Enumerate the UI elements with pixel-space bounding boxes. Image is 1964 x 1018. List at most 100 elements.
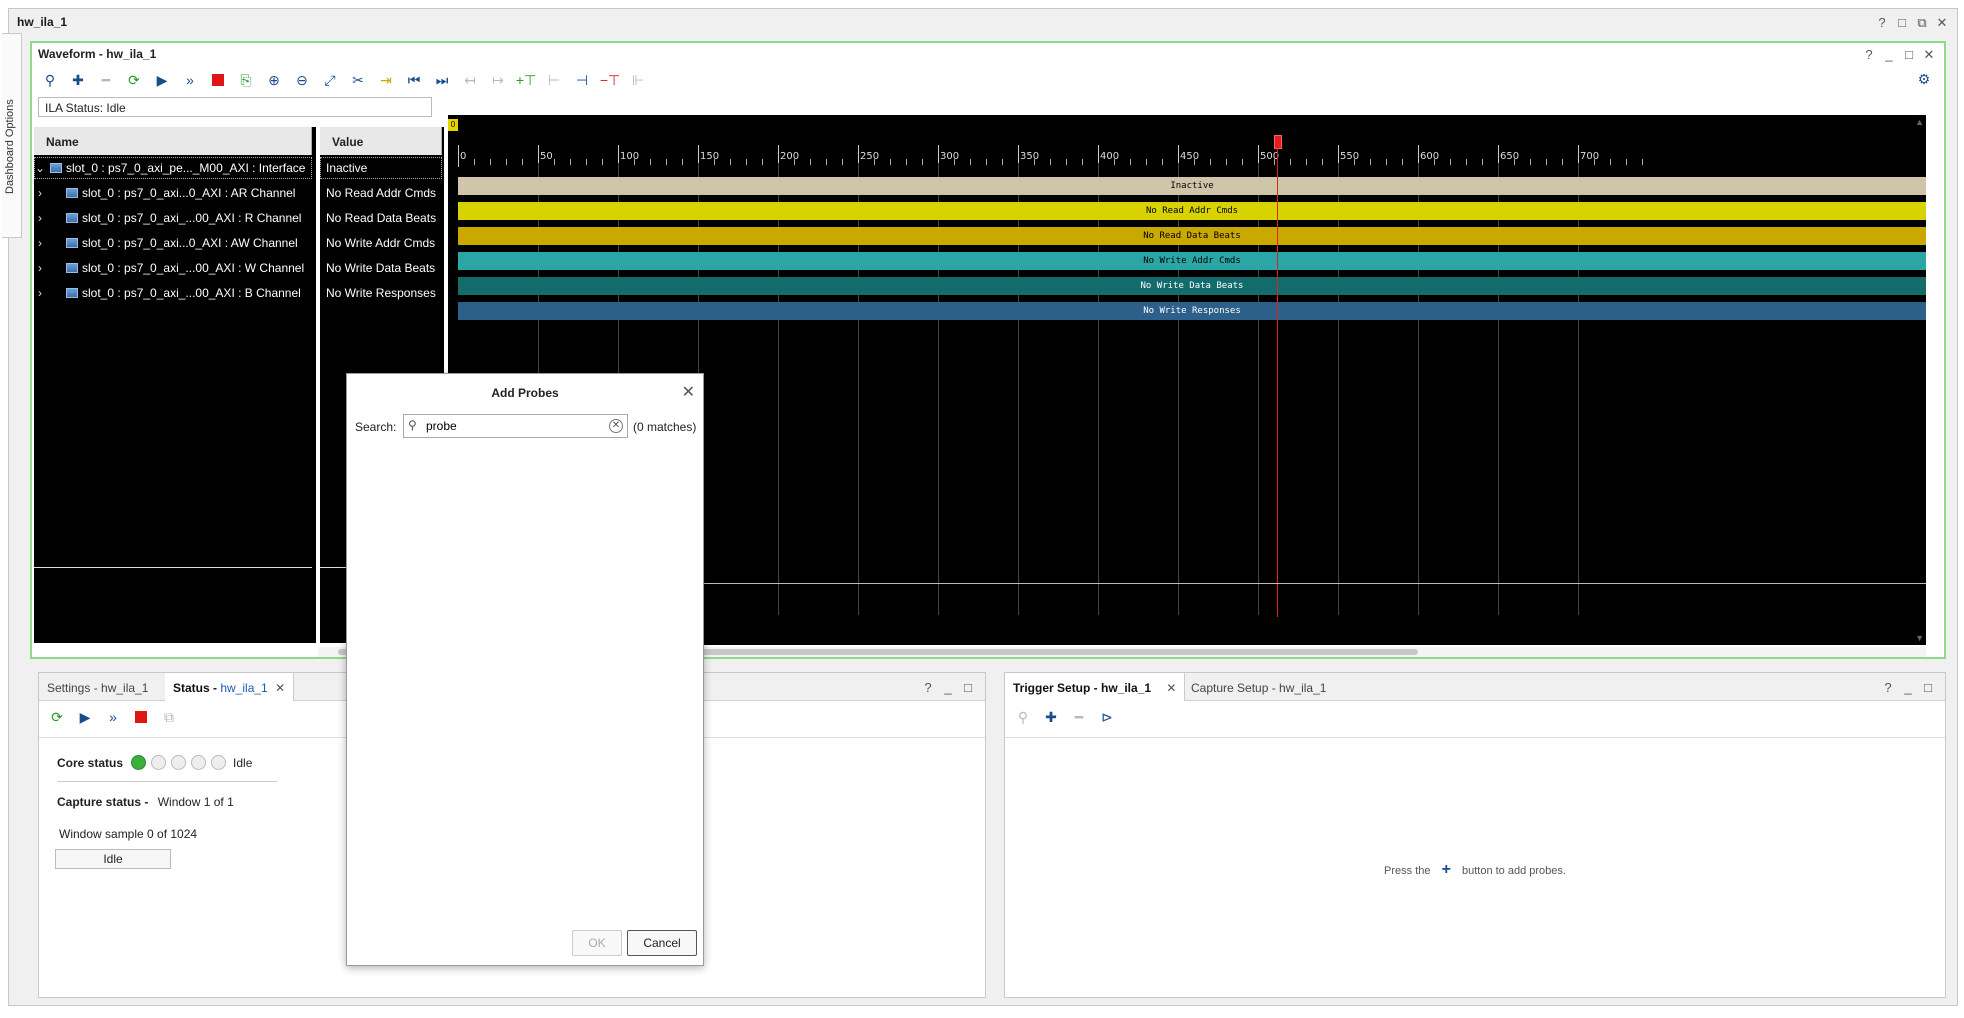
cursor-line[interactable] (1277, 147, 1279, 617)
close-icon[interactable]: ✕ (275, 681, 285, 695)
help-icon[interactable]: ? (1862, 47, 1876, 63)
run-immediate-icon[interactable]: » (99, 705, 127, 729)
minor-tick (1130, 159, 1131, 165)
chevron-right-icon[interactable]: › (34, 186, 46, 200)
help-icon[interactable]: ? (1875, 15, 1889, 31)
maximize-icon[interactable]: □ (1921, 680, 1935, 695)
tab-trigger-setup[interactable]: Trigger Setup - hw_ila_1 ✕ (1005, 673, 1186, 701)
help-icon[interactable]: ? (1881, 680, 1895, 695)
close-icon[interactable]: ✕ (1935, 15, 1949, 31)
go-first-icon[interactable]: ⏮ (400, 68, 428, 92)
dashboard-options-tab[interactable]: Dashboard Options (2, 33, 22, 238)
close-icon[interactable]: ✕ (1166, 681, 1176, 695)
probe-value[interactable]: Inactive (320, 157, 442, 179)
search-input[interactable] (426, 417, 596, 435)
add-icon[interactable]: ✚ (64, 68, 92, 92)
probe-name-row[interactable]: ⌄ slot_0 : ps7_0_axi_pe..._M00_AXI : Inte… (34, 157, 312, 179)
cursor-icon[interactable]: ✂ (344, 68, 372, 92)
clear-icon[interactable]: ✕ (609, 419, 623, 433)
trigger-setup-icon[interactable]: ⧉ (155, 705, 183, 729)
minimize-icon[interactable]: _ (1882, 47, 1896, 63)
waveform-bar[interactable]: Inactive (458, 177, 1926, 195)
refresh-icon[interactable]: ⟳ (120, 68, 148, 92)
zoom-in-icon[interactable]: ⊕ (260, 68, 288, 92)
add-icon[interactable]: + (1442, 861, 1451, 878)
run-immediate-icon[interactable]: » (176, 68, 204, 92)
probe-name-row[interactable]: › slot_0 : ps7_0_axi_...00_AXI : B Channe… (34, 282, 312, 304)
chevron-right-icon[interactable]: › (34, 236, 46, 250)
chevron-right-icon[interactable]: › (34, 261, 46, 275)
float-icon[interactable]: ⧉ (1915, 15, 1929, 31)
delete-marker-icon[interactable]: −⊤ (596, 68, 624, 92)
marker-icon[interactable]: ⇥ (372, 68, 400, 92)
probe-list[interactable] (348, 444, 702, 924)
value-column-header[interactable]: Value (320, 127, 442, 155)
add-marker-icon[interactable]: +⊤ (512, 68, 540, 92)
next-edge-icon[interactable]: ↦ (484, 68, 512, 92)
refresh-icon[interactable]: ⟳ (43, 705, 71, 729)
waveform-bar[interactable]: No Write Data Beats (458, 277, 1926, 295)
waveform-bar[interactable]: No Read Addr Cmds (458, 202, 1926, 220)
remove-icon[interactable]: ━ (92, 68, 120, 92)
chevron-down-icon[interactable]: ⌄ (34, 161, 46, 175)
export-icon[interactable]: ⎘ (232, 68, 260, 92)
run-trigger-icon[interactable]: ▶ (148, 68, 176, 92)
waveform-bar[interactable]: No Read Data Beats (458, 227, 1926, 245)
run-trigger-icon[interactable]: ▶ (71, 705, 99, 729)
help-icon[interactable]: ? (921, 680, 935, 695)
cancel-button[interactable]: Cancel (627, 930, 697, 956)
gear-icon[interactable]: ⚙ (1910, 67, 1938, 91)
minimize-icon[interactable]: _ (1901, 680, 1915, 695)
probe-value[interactable]: No Read Data Beats (320, 207, 442, 229)
name-column-header[interactable]: Name (34, 127, 312, 155)
prev-edge-icon[interactable]: ↤ (456, 68, 484, 92)
minor-tick (842, 159, 843, 165)
major-tick (458, 145, 459, 167)
waveform-bar[interactable]: No Write Addr Cmds (458, 252, 1926, 270)
go-last-icon[interactable]: ⏭ (428, 68, 456, 92)
idle-button[interactable]: Idle (55, 849, 171, 869)
minor-tick (746, 159, 747, 165)
probe-name-row[interactable]: › slot_0 : ps7_0_axi_...00_AXI : W Channe… (34, 257, 312, 279)
trigger-condition-icon[interactable]: ⊳ (1093, 705, 1121, 729)
probe-name-row[interactable]: › slot_0 : ps7_0_axi_...00_AXI : R Channe… (34, 207, 312, 229)
probe-value[interactable]: No Read Addr Cmds (320, 182, 442, 204)
minor-tick (1530, 159, 1531, 165)
probe-value[interactable]: No Write Responses (320, 282, 442, 304)
zoom-out-icon[interactable]: ⊖ (288, 68, 316, 92)
zero-marker[interactable]: 0 (448, 119, 458, 131)
stop-icon[interactable] (127, 705, 155, 729)
probe-value[interactable]: No Write Addr Cmds (320, 232, 442, 254)
search-icon[interactable]: ⚲ (36, 68, 64, 92)
search-icon[interactable]: ⚲ (1009, 705, 1037, 729)
maximize-icon[interactable]: □ (1902, 47, 1916, 63)
ok-button[interactable]: OK (572, 930, 622, 956)
maximize-icon[interactable]: □ (1895, 15, 1909, 31)
search-field[interactable]: ⚲ ✕ (403, 414, 628, 438)
remove-icon[interactable]: ━ (1065, 705, 1093, 729)
add-icon[interactable]: ✚ (1037, 705, 1065, 729)
close-icon[interactable]: ✕ (682, 382, 695, 402)
waveform-bar[interactable]: No Write Responses (458, 302, 1926, 320)
divider (57, 781, 277, 782)
chevron-right-icon[interactable]: › (34, 286, 46, 300)
chevron-right-icon[interactable]: › (34, 211, 46, 225)
scroll-up-icon[interactable]: ▲ (1915, 117, 1924, 127)
tab-settings[interactable]: Settings - hw_ila_1 (39, 673, 156, 701)
divider (1005, 737, 1945, 738)
prev-marker-icon[interactable]: ⊢ (540, 68, 568, 92)
probe-name-row[interactable]: › slot_0 : ps7_0_axi...0_AXI : AW Channel (34, 232, 312, 254)
probe-name-row[interactable]: › slot_0 : ps7_0_axi...0_AXI : AR Channel (34, 182, 312, 204)
tab-capture-setup[interactable]: Capture Setup - hw_ila_1 (1183, 673, 1334, 701)
swap-cursor-icon[interactable]: ⊩ (624, 68, 652, 92)
cursor-flag[interactable] (1274, 135, 1283, 149)
probe-value[interactable]: No Write Data Beats (320, 257, 442, 279)
minimize-icon[interactable]: _ (941, 680, 955, 695)
zoom-fit-icon[interactable]: ⤢ (316, 68, 344, 92)
maximize-icon[interactable]: □ (961, 680, 975, 695)
next-marker-icon[interactable]: ⊣ (568, 68, 596, 92)
tab-status[interactable]: Status - hw_ila_1 ✕ (165, 673, 295, 701)
stop-icon[interactable] (204, 68, 232, 92)
scroll-down-icon[interactable]: ▼ (1915, 633, 1924, 643)
close-icon[interactable]: ✕ (1922, 47, 1936, 63)
